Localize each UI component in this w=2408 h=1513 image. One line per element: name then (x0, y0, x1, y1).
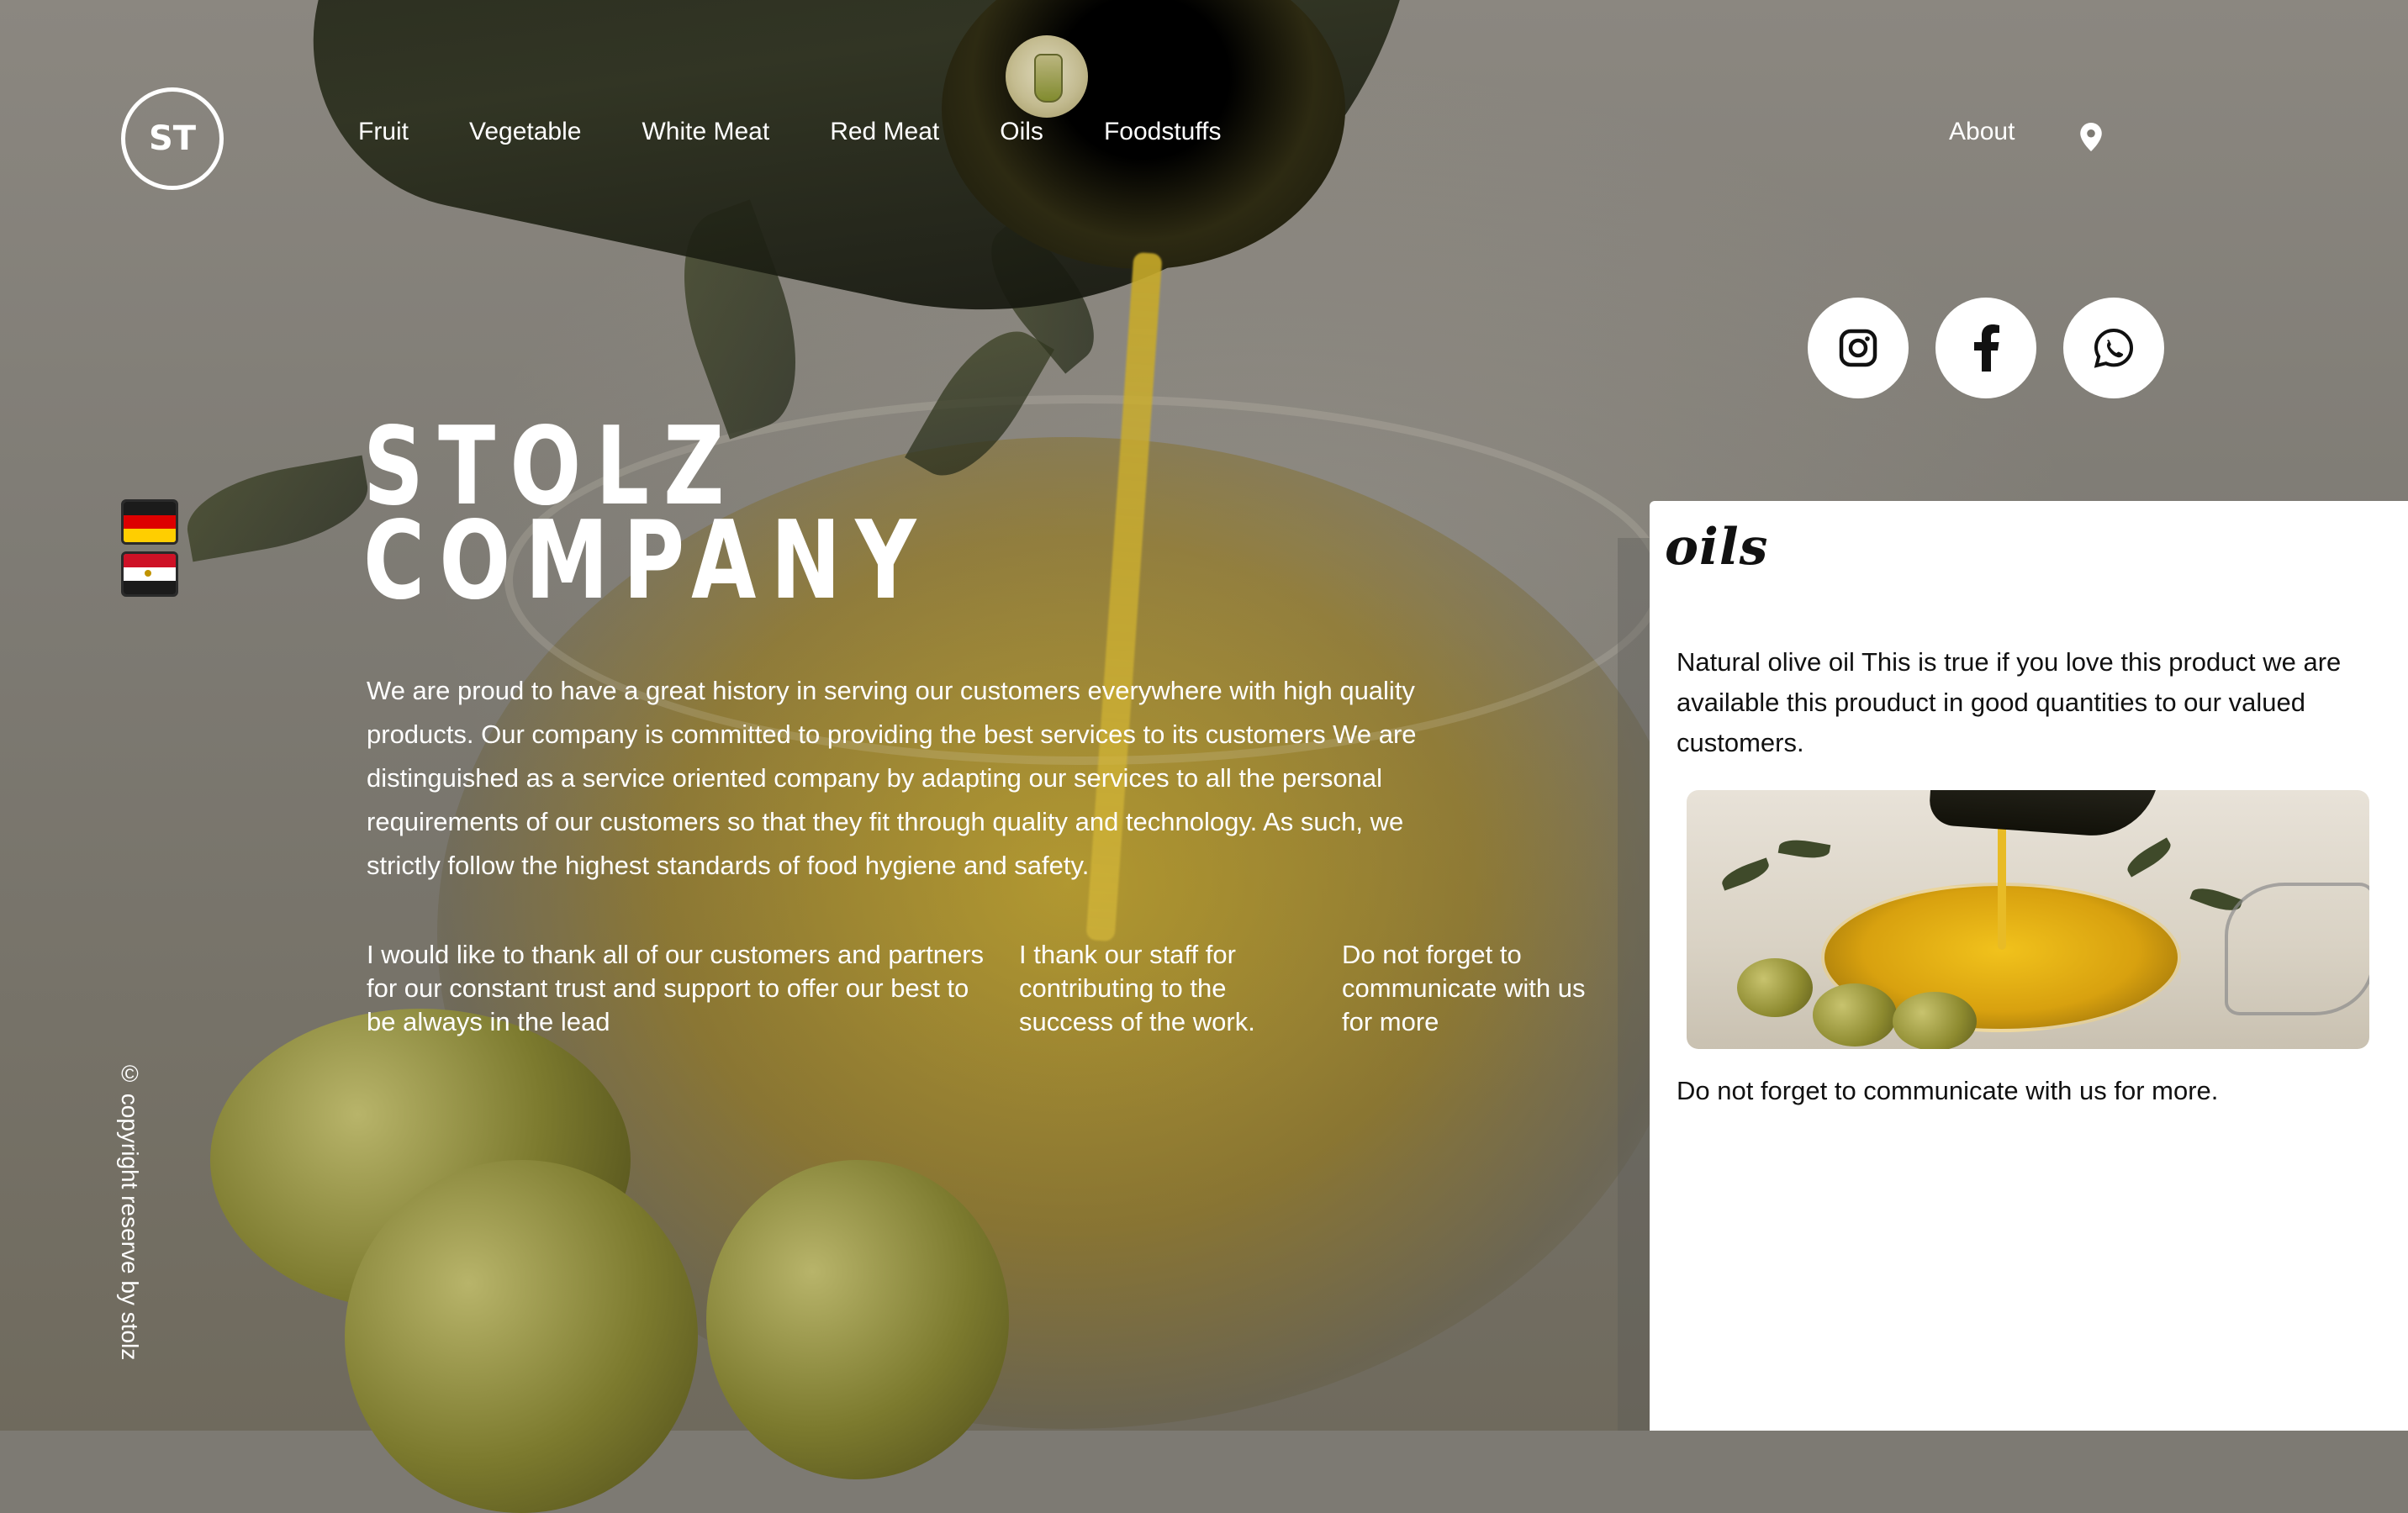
facebook-icon (1974, 324, 1999, 372)
olive-oil-product-image (1687, 790, 2369, 1049)
facebook-button[interactable] (1935, 298, 2036, 398)
st-logo[interactable]: ST (121, 87, 224, 190)
communicate-text: Do not forget to communicate with us for… (1342, 940, 1586, 1036)
instagram-icon (1839, 329, 1877, 367)
nav-item-vegetable[interactable]: Vegetable (469, 118, 581, 146)
panel-footer-text: Do not forget to communicate with us for… (1677, 1076, 2219, 1105)
whatsapp-button[interactable] (2063, 298, 2164, 398)
product-panel: oils Natural olive oil This is true if y… (1650, 501, 2408, 1431)
germany-flag-icon[interactable] (121, 499, 178, 545)
map-pin-icon[interactable] (2080, 123, 2102, 151)
nav-item-oils[interactable]: Oils (1000, 118, 1043, 146)
nav-item-about[interactable]: About (1949, 118, 2015, 146)
main-nav: Fruit Vegetable White Meat Red Meat Oils… (358, 118, 1281, 146)
nav-item-fruit[interactable]: Fruit (358, 118, 409, 146)
thanks-staff-text: I thank our staff for contributing to th… (1019, 940, 1255, 1036)
title-line-2: COMPANY (363, 498, 931, 624)
whatsapp-icon (2094, 328, 2134, 368)
oil-jar-icon (1006, 35, 1088, 118)
thanks-customers-text: I would like to thank all of our custome… (367, 940, 985, 1036)
company-title: STOLZ COMPANY (363, 414, 931, 624)
nav-item-white-meat[interactable]: White Meat (642, 118, 769, 146)
nav-item-foodstuffs[interactable]: Foodstuffs (1104, 118, 1222, 146)
panel-description: Natural olive oil This is true if you lo… (1677, 647, 2342, 757)
intro-paragraph: We are proud to have a great history in … (367, 676, 1417, 880)
copyright-text: © copyright reserve by stolz (117, 1061, 143, 1361)
egypt-flag-icon[interactable] (121, 551, 178, 597)
logo-text: ST (148, 119, 197, 158)
instagram-button[interactable] (1808, 298, 1909, 398)
panel-title: oils (1665, 518, 1769, 577)
nav-item-red-meat[interactable]: Red Meat (830, 118, 939, 146)
